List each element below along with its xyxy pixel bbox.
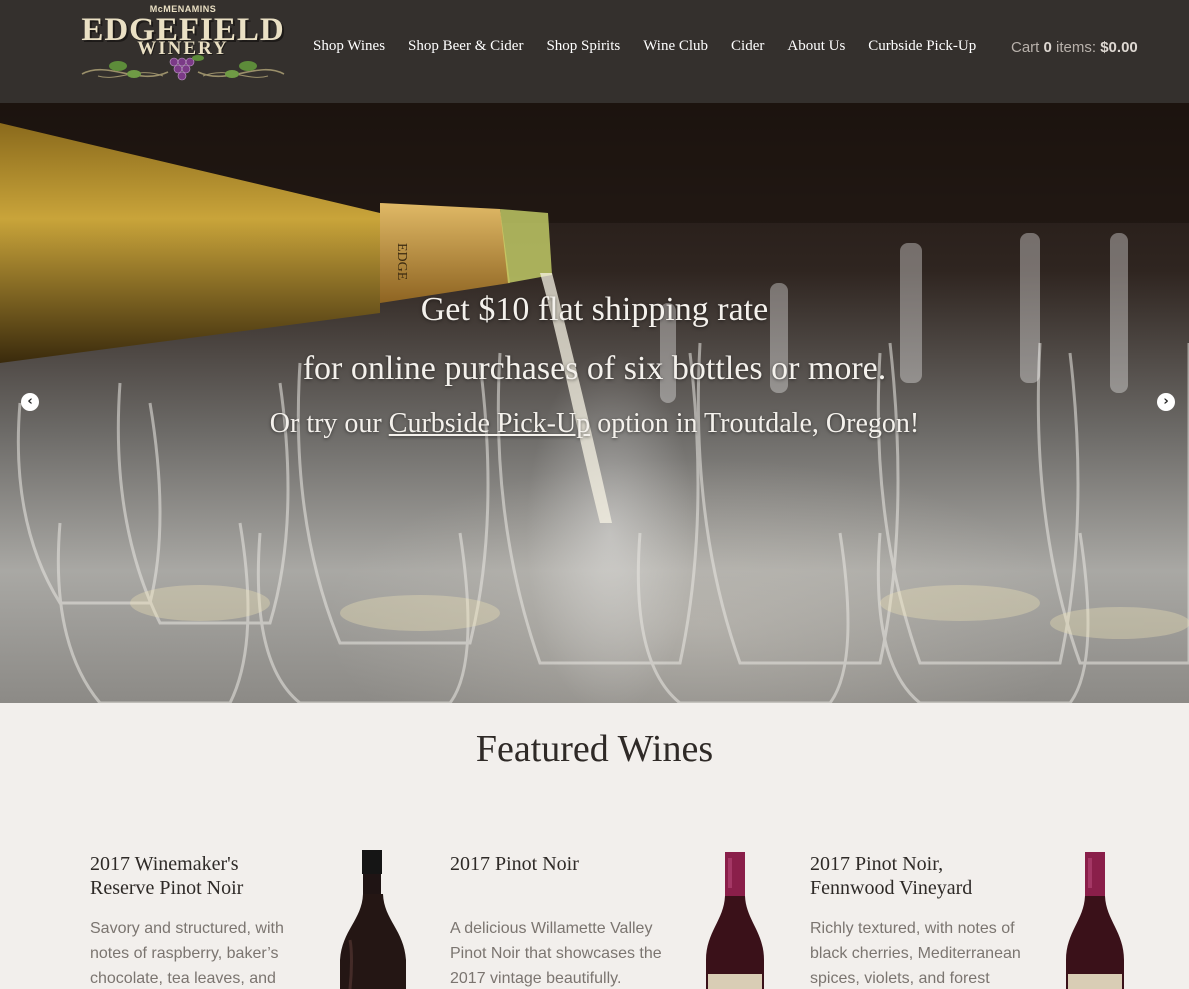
- desc-line: A delicious Willamette Valley: [450, 920, 653, 937]
- hero-slider: EDGE Get $10 flat shipping rate for onli…: [0, 103, 1189, 703]
- cart-total: $0.00: [1100, 39, 1138, 56]
- wine-card-fennwood-vineyard[interactable]: 2017 Pinot Noir, Fennwood Vineyard Richl…: [810, 850, 1160, 989]
- hero-headline: Get $10 flat shipping rate: [420, 291, 769, 328]
- wine-card-description: A delicious Willamette Valley Pinot Noir…: [450, 916, 665, 989]
- wine-bottle-image[interactable]: [338, 850, 408, 989]
- wine-title-line: Reserve Pinot Noir: [90, 877, 244, 899]
- wine-card-title[interactable]: 2017 Pinot Noir, Fennwood Vineyard: [810, 852, 1030, 900]
- hero-curbside-line: Or try our Curbside Pick-Up option in Tr…: [0, 408, 1189, 440]
- desc-line: Richly textured, with notes of: [810, 920, 1015, 937]
- wine-card-winemakers-reserve[interactable]: 2017 Winemaker's Reserve Pinot Noir Savo…: [90, 850, 440, 989]
- nav-about-us[interactable]: About Us: [787, 38, 845, 60]
- wine-title-line: 2017 Pinot Noir: [450, 853, 579, 875]
- slider-prev-arrow-icon[interactable]: ‹: [21, 393, 39, 411]
- wine-card-title[interactable]: 2017 Pinot Noir: [450, 852, 670, 876]
- wine-title-line: Fennwood Vineyard: [810, 877, 973, 899]
- desc-line: notes of raspberry, baker’s: [90, 945, 279, 962]
- wine-bottle-image[interactable]: [700, 850, 770, 989]
- wine-title-line: 2017 Pinot Noir,: [810, 853, 944, 875]
- bottle-label-text: EDGE: [394, 243, 409, 280]
- cart-items-label: items:: [1056, 39, 1097, 56]
- edgefield-winery-logo[interactable]: McMENAMINS EDGEFIELD WINERY: [78, 4, 288, 88]
- cart-count: 0: [1043, 39, 1052, 56]
- desc-line: spices, violets, and forest: [810, 970, 990, 987]
- hero-curbside-suffix: option in Troutdale, Oregon!: [597, 408, 920, 439]
- slider-next-arrow-icon[interactable]: ›: [1157, 393, 1175, 411]
- hero-subheadline: for online purchases of six bottles or m…: [302, 350, 887, 387]
- desc-line: chocolate, tea leaves, and: [90, 970, 276, 987]
- desc-line: Pinot Noir that showcases the: [450, 945, 662, 962]
- wine-card-description: Richly textured, with notes of black che…: [810, 916, 1025, 989]
- site-header: McMENAMINS EDGEFIELD WINERY Shop Wines S…: [0, 0, 1189, 103]
- wine-card-description: Savory and structured, with notes of ras…: [90, 916, 305, 989]
- wine-card-title[interactable]: 2017 Winemaker's Reserve Pinot Noir: [90, 852, 310, 900]
- desc-line: black cherries, Mediterranean: [810, 945, 1021, 962]
- nav-shop-beer-cider[interactable]: Shop Beer & Cider: [408, 38, 523, 60]
- wine-pour-photo: EDGE: [0, 103, 1189, 703]
- nav-shop-wines[interactable]: Shop Wines: [313, 38, 385, 60]
- wine-card-pinot-noir[interactable]: 2017 Pinot Noir A delicious Willamette V…: [450, 850, 800, 989]
- nav-curbside-pickup[interactable]: Curbside Pick-Up: [868, 38, 976, 60]
- featured-wines-heading: Featured Wines: [475, 728, 714, 770]
- cart-label: Cart: [1011, 39, 1040, 56]
- desc-line: Savory and structured, with: [90, 920, 284, 937]
- nav-wine-club[interactable]: Wine Club: [643, 38, 708, 60]
- nav-shop-spirits[interactable]: Shop Spirits: [546, 38, 620, 60]
- vine-grapes-icon: [81, 55, 285, 81]
- wine-title-line: 2017 Winemaker's: [90, 853, 239, 875]
- nav-cider[interactable]: Cider: [731, 38, 764, 60]
- curbside-pickup-link[interactable]: Curbside Pick-Up: [389, 408, 590, 439]
- cart-summary[interactable]: Cart 0 items: $0.00: [1011, 39, 1138, 56]
- wine-bottle-image[interactable]: [1060, 850, 1130, 989]
- hero-curbside-prefix: Or try our: [269, 408, 382, 439]
- main-nav: Shop Wines Shop Beer & Cider Shop Spirit…: [313, 38, 999, 60]
- desc-line: 2017 vintage beautifully.: [450, 970, 622, 987]
